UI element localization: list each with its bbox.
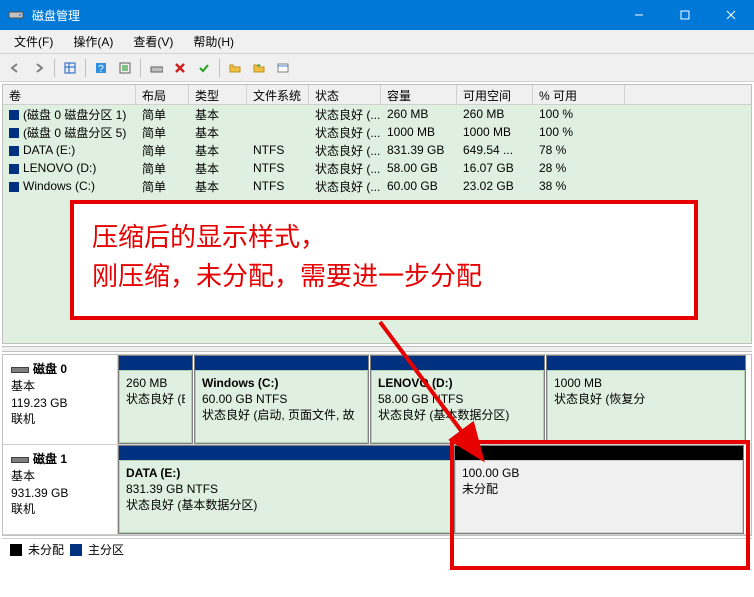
col-free[interactable]: 可用空间: [457, 85, 533, 104]
menu-help[interactable]: 帮助(H): [183, 30, 244, 53]
titlebar: 磁盘管理: [0, 0, 754, 30]
volume-row[interactable]: DATA (E:)简单基本NTFS状态良好 (...831.39 GB649.5…: [3, 141, 751, 159]
app-icon: [8, 7, 24, 23]
help-icon[interactable]: ?: [90, 57, 112, 79]
folder-up-icon[interactable]: [248, 57, 270, 79]
disk0-part2[interactable]: LENOVO (D:) 58.00 GB NTFS 状态良好 (基本数据分区): [370, 355, 545, 444]
annotation-line2: 刚压缩，未分配，需要进一步分配: [92, 257, 676, 296]
menu-action[interactable]: 操作(A): [63, 30, 123, 53]
settings-icon[interactable]: [114, 57, 136, 79]
menu-view[interactable]: 查看(V): [123, 30, 183, 53]
legend: 未分配 主分区: [2, 538, 752, 560]
folder-icon[interactable]: [224, 57, 246, 79]
disk-graphic-panel: 磁盘 0 基本 119.23 GB 联机 260 MB 状态良好 (EF Win…: [2, 354, 752, 536]
volume-icon: [9, 128, 19, 138]
disk-0-info[interactable]: 磁盘 0 基本 119.23 GB 联机: [3, 355, 118, 444]
volume-row[interactable]: (磁盘 0 磁盘分区 1)简单基本状态良好 (...260 MB260 MB10…: [3, 105, 751, 123]
volume-row[interactable]: Windows (C:)简单基本NTFS状态良好 (...60.00 GB23.…: [3, 177, 751, 195]
col-type[interactable]: 类型: [189, 85, 247, 104]
toolbar: ?: [0, 54, 754, 82]
disk1-unallocated[interactable]: 100.00 GB 未分配: [454, 445, 744, 534]
disk-row-0: 磁盘 0 基本 119.23 GB 联机 260 MB 状态良好 (EF Win…: [3, 355, 751, 445]
annotation-line1: 压缩后的显示样式，: [92, 218, 676, 257]
legend-primary-swatch: [70, 544, 82, 556]
delete-icon[interactable]: [169, 57, 191, 79]
volume-header: 卷 布局 类型 文件系统 状态 容量 可用空间 % 可用: [3, 85, 751, 105]
properties-icon[interactable]: [272, 57, 294, 79]
window-title: 磁盘管理: [32, 7, 616, 24]
refresh-icon[interactable]: [145, 57, 167, 79]
volume-icon: [9, 164, 19, 174]
volume-icon: [9, 146, 19, 156]
volume-icon: [9, 182, 19, 192]
disk-row-1: 磁盘 1 基本 931.39 GB 联机 DATA (E:) 831.39 GB…: [3, 445, 751, 535]
legend-primary-label: 主分区: [88, 541, 124, 558]
col-volume[interactable]: 卷: [3, 85, 136, 104]
volume-row[interactable]: LENOVO (D:)简单基本NTFS状态良好 (...58.00 GB16.0…: [3, 159, 751, 177]
col-capacity[interactable]: 容量: [381, 85, 457, 104]
legend-unallocated-label: 未分配: [28, 541, 64, 558]
disk0-part3[interactable]: 1000 MB 状态良好 (恢复分: [546, 355, 746, 444]
back-button[interactable]: [4, 57, 26, 79]
disk-icon: [11, 367, 29, 373]
col-pct[interactable]: % 可用: [533, 85, 625, 104]
col-status[interactable]: 状态: [309, 85, 381, 104]
maximize-button[interactable]: [662, 0, 708, 30]
disk-1-info[interactable]: 磁盘 1 基本 931.39 GB 联机: [3, 445, 118, 534]
close-button[interactable]: [708, 0, 754, 30]
forward-button[interactable]: [28, 57, 50, 79]
splitter[interactable]: [2, 346, 752, 352]
col-layout[interactable]: 布局: [136, 85, 189, 104]
menubar: 文件(F) 操作(A) 查看(V) 帮助(H): [0, 30, 754, 54]
legend-unallocated-swatch: [10, 544, 22, 556]
disk-icon: [11, 457, 29, 463]
svg-text:?: ?: [98, 64, 104, 75]
disk1-part0[interactable]: DATA (E:) 831.39 GB NTFS 状态良好 (基本数据分区): [118, 445, 453, 534]
disk0-part0[interactable]: 260 MB 状态良好 (EF: [118, 355, 193, 444]
view-list-icon[interactable]: [59, 57, 81, 79]
volume-row[interactable]: (磁盘 0 磁盘分区 5)简单基本状态良好 (...1000 MB1000 MB…: [3, 123, 751, 141]
volume-icon: [9, 110, 19, 120]
annotation-callout: 压缩后的显示样式， 刚压缩，未分配，需要进一步分配: [70, 200, 698, 320]
col-fs[interactable]: 文件系统: [247, 85, 309, 104]
minimize-button[interactable]: [616, 0, 662, 30]
check-icon[interactable]: [193, 57, 215, 79]
disk0-part1[interactable]: Windows (C:) 60.00 GB NTFS 状态良好 (启动, 页面文…: [194, 355, 369, 444]
menu-file[interactable]: 文件(F): [4, 30, 63, 53]
